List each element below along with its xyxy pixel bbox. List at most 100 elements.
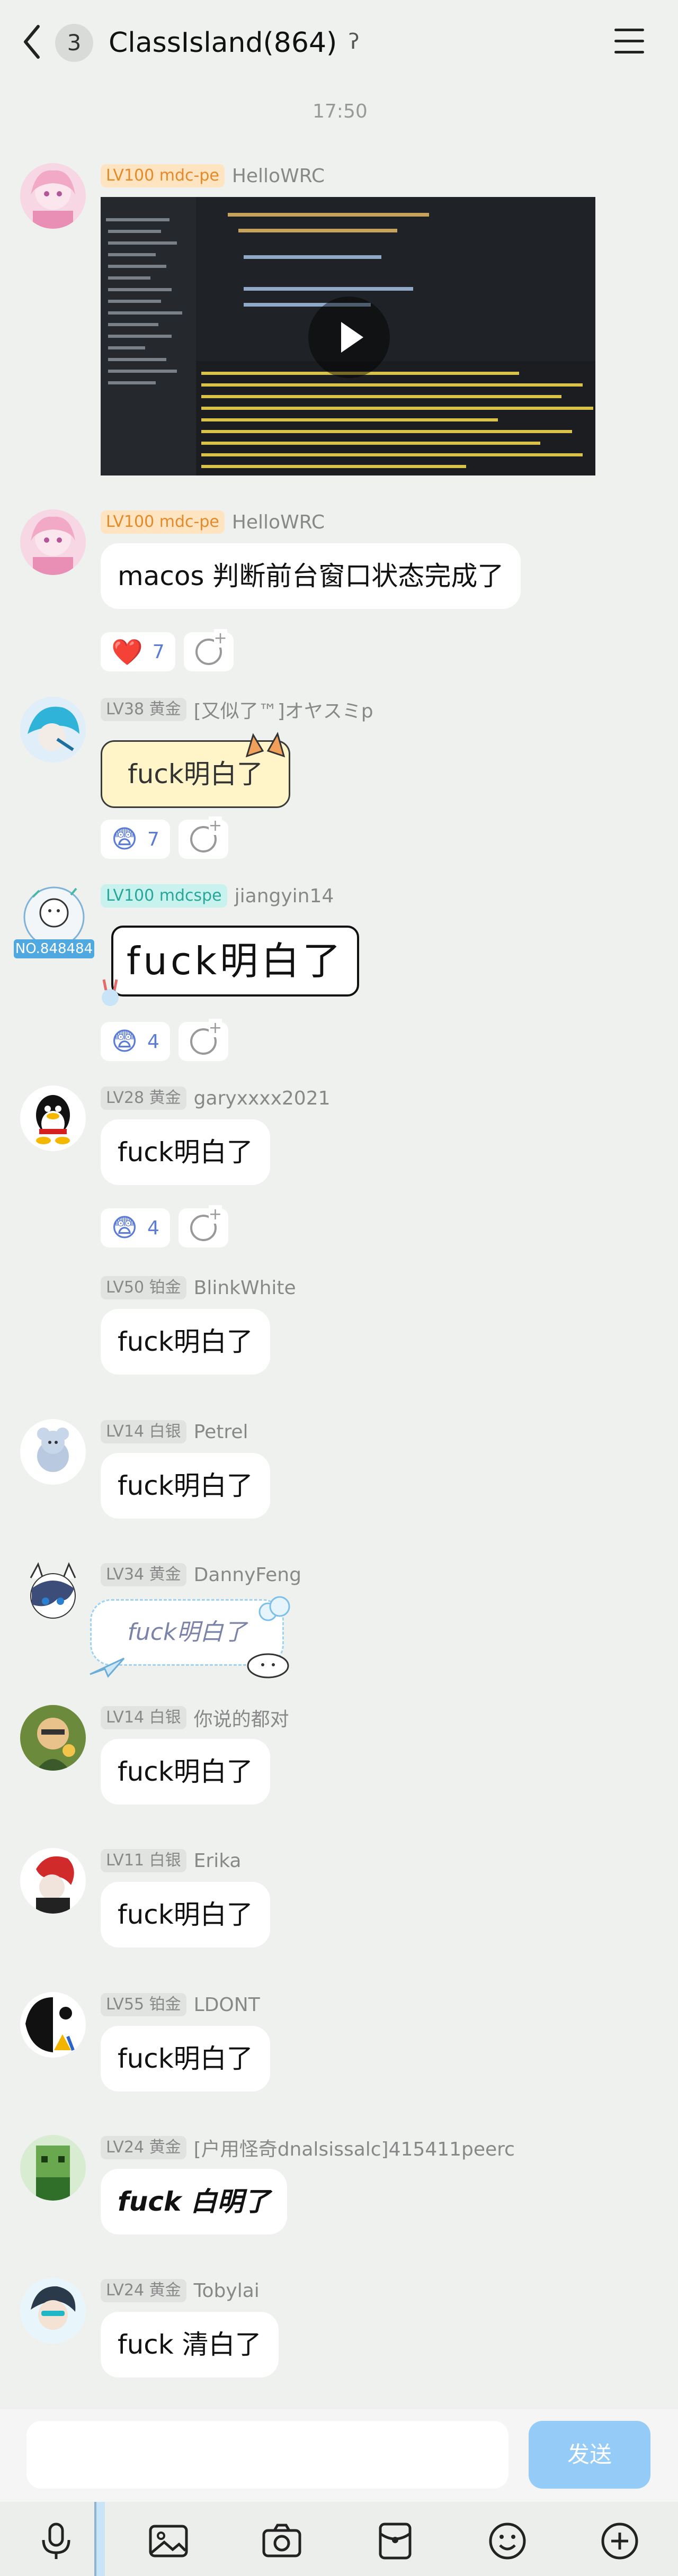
sticker-bubble[interactable]: fuck明白了: [111, 926, 359, 997]
unread-count-badge[interactable]: 3: [55, 24, 93, 62]
avatar[interactable]: NO.848484: [12, 883, 96, 968]
level-badge: LV11 白银: [101, 1849, 186, 1872]
add-reaction-button[interactable]: [178, 816, 228, 859]
avatar[interactable]: [20, 509, 86, 575]
message-input[interactable]: [26, 2421, 508, 2489]
sender-nickname[interactable]: HelloWRC: [232, 165, 325, 187]
bunny-decoration-icon: [102, 979, 119, 1006]
sender-meta: LV100 mdc-pe HelloWRC: [101, 163, 325, 189]
message-bubble[interactable]: fuck明白了: [101, 2026, 270, 2092]
send-button[interactable]: 发送: [529, 2421, 650, 2489]
sender-nickname[interactable]: 你说的都对: [194, 1704, 289, 1731]
sender-meta: LV11 白银 Erika: [101, 1848, 241, 1873]
avatar[interactable]: [20, 1848, 86, 1914]
sender-nickname[interactable]: jiangyin14: [235, 885, 334, 907]
avatar[interactable]: [20, 1992, 86, 2058]
voice-button[interactable]: [35, 2520, 77, 2562]
sender-nickname[interactable]: DannyFeng: [194, 1564, 301, 1586]
message-text: fuck明白了: [126, 939, 344, 983]
message-bubble[interactable]: fuck 清白了: [101, 2312, 279, 2377]
reaction-count: 7: [147, 828, 159, 850]
mic-icon: [42, 2523, 70, 2559]
message-text: fuck明白了: [127, 1619, 247, 1646]
reaction-fear[interactable]: 😨 7: [101, 820, 170, 859]
heart-icon: ❤️: [111, 637, 143, 667]
sender-meta: LV50 铂金 BlinkWhite: [101, 1275, 296, 1300]
red-packet-icon: [379, 2523, 412, 2560]
message-bubble[interactable]: fuck明白了: [101, 1882, 270, 1947]
message-bubble[interactable]: fuck 白明了: [101, 2169, 287, 2234]
sender-meta: LV28 黄金 garyxxxx2021: [101, 1085, 331, 1111]
message-bubble[interactable]: fuck明白了: [101, 1309, 270, 1375]
message-bubble[interactable]: macos 判断前台窗口状态完成了: [101, 543, 521, 609]
avatar[interactable]: [20, 1562, 86, 1628]
reaction-bar: 😨 4: [101, 1019, 237, 1061]
cloud-face-icon: [247, 1653, 289, 1679]
message-text: fuck明白了: [128, 759, 263, 789]
camera-button[interactable]: [261, 2520, 303, 2562]
reaction-bar: ❤️ 7: [101, 629, 242, 671]
emoji-button[interactable]: [486, 2520, 529, 2562]
sender-nickname[interactable]: Tobylai: [194, 2280, 260, 2302]
menu-icon: [614, 29, 644, 31]
avatar[interactable]: [20, 1705, 86, 1771]
add-emoji-icon: [195, 629, 227, 665]
avatar[interactable]: [20, 2278, 86, 2344]
level-badge: LV100 mdcspe: [101, 884, 227, 908]
level-badge: LV55 铂金: [101, 1993, 186, 2016]
message-bubble[interactable]: fuck明白了: [101, 1119, 270, 1185]
avatar[interactable]: [20, 1419, 86, 1485]
image-icon: [149, 2525, 188, 2557]
avatar[interactable]: [20, 1085, 86, 1151]
message-bubble[interactable]: fuck明白了: [101, 1453, 270, 1519]
level-badge: LV50 铂金: [101, 1276, 186, 1299]
add-emoji-icon: [190, 1205, 222, 1241]
fearful-face-icon: 😨: [111, 1027, 138, 1056]
video-message[interactable]: [101, 197, 595, 475]
avatar[interactable]: [20, 697, 86, 762]
avatar[interactable]: [20, 2135, 86, 2201]
sender-nickname[interactable]: BlinkWhite: [194, 1277, 296, 1299]
sender-nickname[interactable]: [又似了™]オヤスミp: [194, 696, 373, 723]
menu-button[interactable]: [614, 29, 646, 55]
ear-icon: ʔ: [349, 30, 360, 54]
cloud-decoration-icon: [258, 1596, 290, 1621]
level-badge: LV24 黄金: [101, 2136, 186, 2159]
sender-nickname[interactable]: garyxxxx2021: [194, 1088, 331, 1109]
level-badge: LV100 mdc-pe: [101, 510, 225, 534]
sender-nickname[interactable]: [户用怪奇dnalsissalc]415411peerc: [194, 2134, 515, 2161]
add-reaction-button[interactable]: [178, 1019, 228, 1061]
sender-meta: LV24 黄金 [户用怪奇dnalsissalc]415411peerc: [101, 2135, 515, 2160]
plane-decoration-icon: [90, 1657, 125, 1678]
red-packet-button[interactable]: [374, 2520, 416, 2562]
reaction-fear[interactable]: 😨 4: [101, 1022, 170, 1061]
avatar[interactable]: [20, 163, 86, 229]
back-button[interactable]: [21, 23, 42, 60]
more-button[interactable]: [599, 2520, 641, 2562]
sender-nickname[interactable]: LDONT: [194, 1994, 260, 2016]
chat-title[interactable]: ClassIsland(864): [109, 25, 337, 60]
sender-nickname[interactable]: Petrel: [194, 1421, 248, 1443]
composer: 发送: [0, 2409, 678, 2502]
sender-meta: LV55 铂金 LDONT: [101, 1992, 260, 2017]
level-badge: LV100 mdc-pe: [101, 164, 225, 187]
play-icon[interactable]: [308, 297, 390, 378]
avatar-tag: NO.848484: [14, 939, 94, 958]
sender-nickname[interactable]: Erika: [194, 1850, 242, 1872]
add-emoji-icon: [190, 1019, 222, 1055]
sender-meta: LV100 mdcspe jiangyin14: [101, 883, 334, 909]
message-bubble[interactable]: fuck明白了: [101, 1739, 270, 1805]
emoji-icon: [489, 2523, 526, 2560]
sender-meta: LV100 mdc-pe HelloWRC: [101, 509, 325, 535]
sender-meta: LV34 黄金 DannyFeng: [101, 1562, 301, 1587]
reaction-count: 4: [147, 1217, 159, 1239]
reaction-bar: 😨 4: [101, 1205, 237, 1247]
reaction-fear[interactable]: 😨 4: [101, 1208, 170, 1247]
level-badge: LV34 黄金: [101, 1563, 186, 1586]
cat-ears-icon: [245, 732, 286, 758]
sender-nickname[interactable]: HelloWRC: [232, 511, 325, 533]
image-button[interactable]: [147, 2520, 190, 2562]
reaction-heart[interactable]: ❤️ 7: [101, 632, 175, 671]
add-reaction-button[interactable]: [178, 1205, 228, 1247]
add-reaction-button[interactable]: [183, 629, 234, 671]
